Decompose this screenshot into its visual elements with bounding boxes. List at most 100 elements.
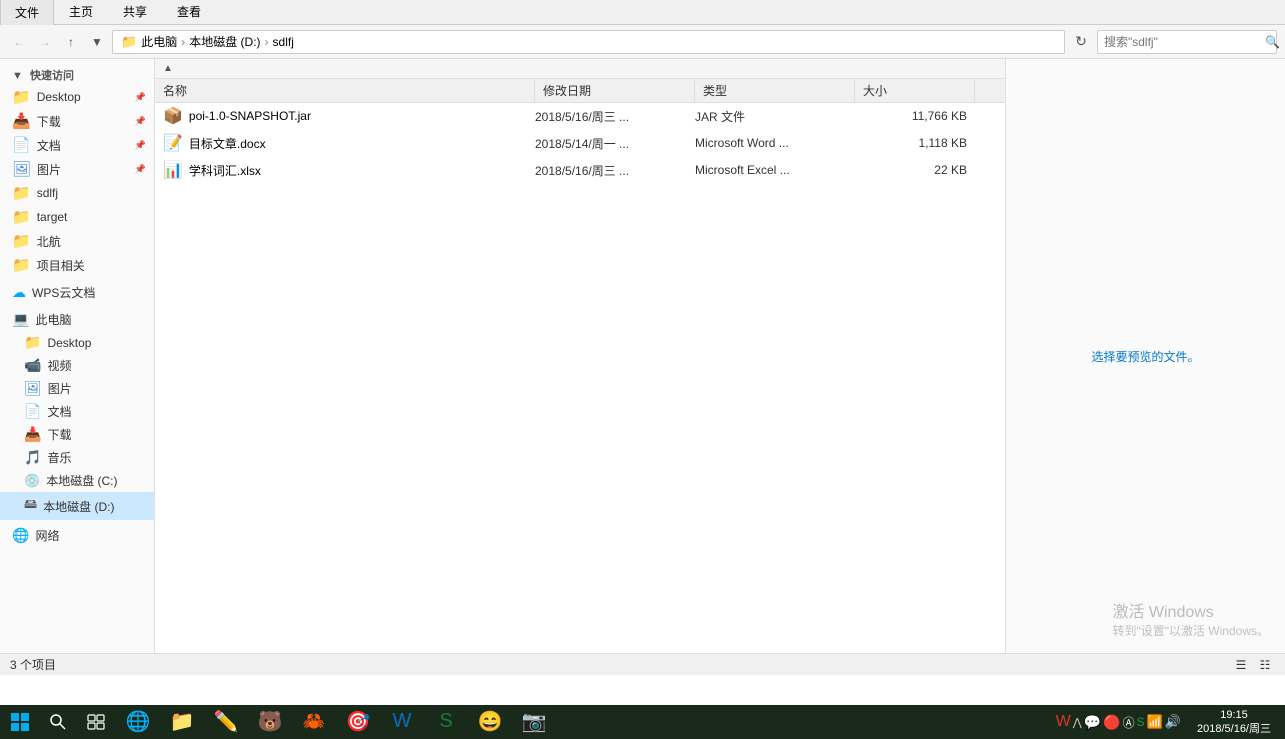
drive-d-icon: 🖴 <box>24 495 37 517</box>
sidebar-item-target[interactable]: 📁 target <box>0 205 154 229</box>
sidebar-item-drive-d[interactable]: 🖴 本地磁盘 (D:) <box>0 492 154 520</box>
file-type-word: Microsoft Word ... <box>695 136 855 150</box>
sidebar-item-docs-pc[interactable]: 📄 文档 <box>0 400 154 423</box>
sidebar-item-label: 文档 <box>47 403 71 420</box>
network-icon: 🌐 <box>12 527 29 544</box>
sidebar-item-sdlfj[interactable]: 📁 sdlfj <box>0 181 154 205</box>
pin-icon: 📌 <box>135 92 146 103</box>
tray-icon3[interactable]: 🔴 <box>1103 714 1120 731</box>
path-part-current: sdlfj <box>273 35 294 49</box>
sidebar-item-label: 音乐 <box>47 449 71 466</box>
refresh-button[interactable]: ↻ <box>1069 30 1093 54</box>
pin-icon: 📌 <box>135 140 146 151</box>
tray-wechat[interactable]: 💬 <box>1084 714 1101 731</box>
taskbar-app4[interactable]: 🐻 <box>248 705 292 739</box>
sidebar-item-music[interactable]: 🎵 音乐 <box>0 446 154 469</box>
sidebar-item-pics-pc[interactable]: 🖼 图片 <box>0 377 154 400</box>
tray-volume[interactable]: 🔊 <box>1165 714 1181 730</box>
file-name-word: 📝 目标文章.docx <box>155 133 535 153</box>
main-layout: ▼ 快速访问 📁 Desktop 📌 📥 下载 📌 📄 文档 📌 🖼 图片 <box>0 59 1285 653</box>
file-area: ▲ 名称 修改日期 类型 大小 📦 poi-1.0-SNAPSHOT.j <box>155 59 1005 653</box>
excel-icon: 📊 <box>163 160 183 180</box>
file-row-word[interactable]: 📝 目标文章.docx 2018/5/14/周一 ... Microsoft W… <box>155 130 1005 157</box>
sidebar-item-drive-c[interactable]: 💿 本地磁盘 (C:) <box>0 469 154 492</box>
sidebar-item-desktop-pc[interactable]: 📁 Desktop <box>0 331 154 354</box>
sidebar-item-beihang[interactable]: 📁 北航 <box>0 229 154 253</box>
quick-access-collapse[interactable]: ▼ <box>12 70 23 82</box>
task-view-button[interactable] <box>76 705 116 739</box>
sidebar-item-video[interactable]: 📹 视频 <box>0 354 154 377</box>
tab-share[interactable]: 共享 <box>108 0 162 24</box>
up-button[interactable]: ↑ <box>60 31 82 53</box>
search-icon[interactable]: 🔍 <box>1265 30 1280 54</box>
taskbar-app8[interactable]: S <box>424 705 468 739</box>
address-bar: ← → ↑ ▼ 📁 此电脑 › 本地磁盘 (D:) › sdlfj ↻ 🔍 <box>0 25 1285 59</box>
forward-button[interactable]: → <box>34 31 56 53</box>
folder-yellow-icon: 📁 <box>12 256 31 274</box>
taskbar-clock[interactable]: 19:15 2018/5/16/周三 <box>1189 708 1279 737</box>
taskbar-app6[interactable]: 🎯 <box>336 705 380 739</box>
sidebar-item-label: Desktop <box>37 90 81 104</box>
sidebar-item-label: 下载 <box>37 113 61 130</box>
sidebar-item-network[interactable]: 🌐 网络 <box>0 524 154 547</box>
sidebar-item-label: 北航 <box>37 233 61 250</box>
doc-folder-icon2: 📄 <box>24 403 41 420</box>
sidebar-item-label: 文档 <box>37 137 61 154</box>
file-size-excel: 22 KB <box>855 163 975 177</box>
file-row-jar[interactable]: 📦 poi-1.0-SNAPSHOT.jar 2018/5/16/周三 ... … <box>155 103 1005 130</box>
taskbar-app10[interactable]: 📷 <box>512 705 556 739</box>
music-icon: 🎵 <box>24 449 41 466</box>
sidebar-item-label: 网络 <box>35 527 59 544</box>
col-header-type[interactable]: 类型 <box>695 79 855 102</box>
tab-file[interactable]: 文件 <box>0 0 54 25</box>
file-label: poi-1.0-SNAPSHOT.jar <box>189 109 311 123</box>
tab-view[interactable]: 查看 <box>162 0 216 24</box>
taskbar-search-button[interactable] <box>40 705 76 739</box>
taskbar-app3[interactable]: ✏️ <box>204 705 248 739</box>
tray-wps-icon[interactable]: W <box>1056 713 1071 731</box>
detail-view-toggle[interactable]: ☷ <box>1255 656 1275 674</box>
col-header-name[interactable]: 名称 <box>155 79 535 102</box>
start-button[interactable] <box>0 705 40 739</box>
quick-access-section: ▼ 快速访问 📁 Desktop 📌 📥 下载 📌 📄 文档 📌 🖼 图片 <box>0 63 154 277</box>
taskbar-chrome[interactable]: 🌐 <box>116 705 160 739</box>
quick-access-label: 快速访问 <box>30 70 74 82</box>
sidebar-item-download-pc[interactable]: 📥 下载 <box>0 423 154 446</box>
sidebar-item-docs-quick[interactable]: 📄 文档 📌 <box>0 133 154 157</box>
file-name-excel: 📊 学科词汇.xlsx <box>155 160 535 180</box>
tab-home[interactable]: 主页 <box>54 0 108 24</box>
col-header-size[interactable]: 大小 <box>855 79 975 102</box>
file-row-excel[interactable]: 📊 学科词汇.xlsx 2018/5/16/周三 ... Microsoft E… <box>155 157 1005 184</box>
taskbar-folder[interactable]: 📁 <box>160 705 204 739</box>
col-header-date[interactable]: 修改日期 <box>535 79 695 102</box>
taskbar-app7[interactable]: W <box>380 705 424 739</box>
taskbar-app5[interactable]: 🦀 <box>292 705 336 739</box>
list-view-toggle[interactable]: ☰ <box>1231 656 1251 674</box>
pic-folder-icon2: 🖼 <box>24 380 42 397</box>
tray-chevron[interactable]: ⋀ <box>1073 716 1082 729</box>
sidebar-item-project[interactable]: 📁 项目相关 <box>0 253 154 277</box>
word-icon: 📝 <box>163 133 183 153</box>
sidebar-item-desktop-quick[interactable]: 📁 Desktop 📌 <box>0 85 154 109</box>
download-icon2: 📥 <box>24 426 41 443</box>
address-path[interactable]: 📁 此电脑 › 本地磁盘 (D:) › sdlfj <box>112 30 1065 54</box>
sidebar-item-download-quick[interactable]: 📥 下载 📌 <box>0 109 154 133</box>
sidebar-item-label: 下载 <box>47 426 71 443</box>
file-type-jar: JAR 文件 <box>695 108 855 125</box>
sidebar-item-label: target <box>37 210 68 224</box>
sidebar-item-pics-quick[interactable]: 🖼 图片 📌 <box>0 157 154 181</box>
tray-icon5[interactable]: S <box>1137 715 1145 729</box>
sidebar-item-wps[interactable]: ☁ WPS云文档 <box>0 281 154 304</box>
show-desktop-button[interactable] <box>1279 705 1285 739</box>
preview-text[interactable]: 选择要预览的文件。 <box>1091 348 1199 365</box>
sidebar-item-label: 此电脑 <box>35 311 71 328</box>
sidebar-item-label: 项目相关 <box>37 257 85 274</box>
dropdown-button[interactable]: ▼ <box>86 31 108 53</box>
sidebar-item-this-pc[interactable]: 💻 此电脑 <box>0 308 154 331</box>
file-name-jar: 📦 poi-1.0-SNAPSHOT.jar <box>155 106 535 126</box>
back-button[interactable]: ← <box>8 31 30 53</box>
tray-icon4[interactable]: Ⓐ <box>1123 714 1135 731</box>
tray-wifi[interactable]: 📶 <box>1147 714 1163 730</box>
search-input[interactable] <box>1098 35 1265 49</box>
taskbar-app9[interactable]: 😄 <box>468 705 512 739</box>
